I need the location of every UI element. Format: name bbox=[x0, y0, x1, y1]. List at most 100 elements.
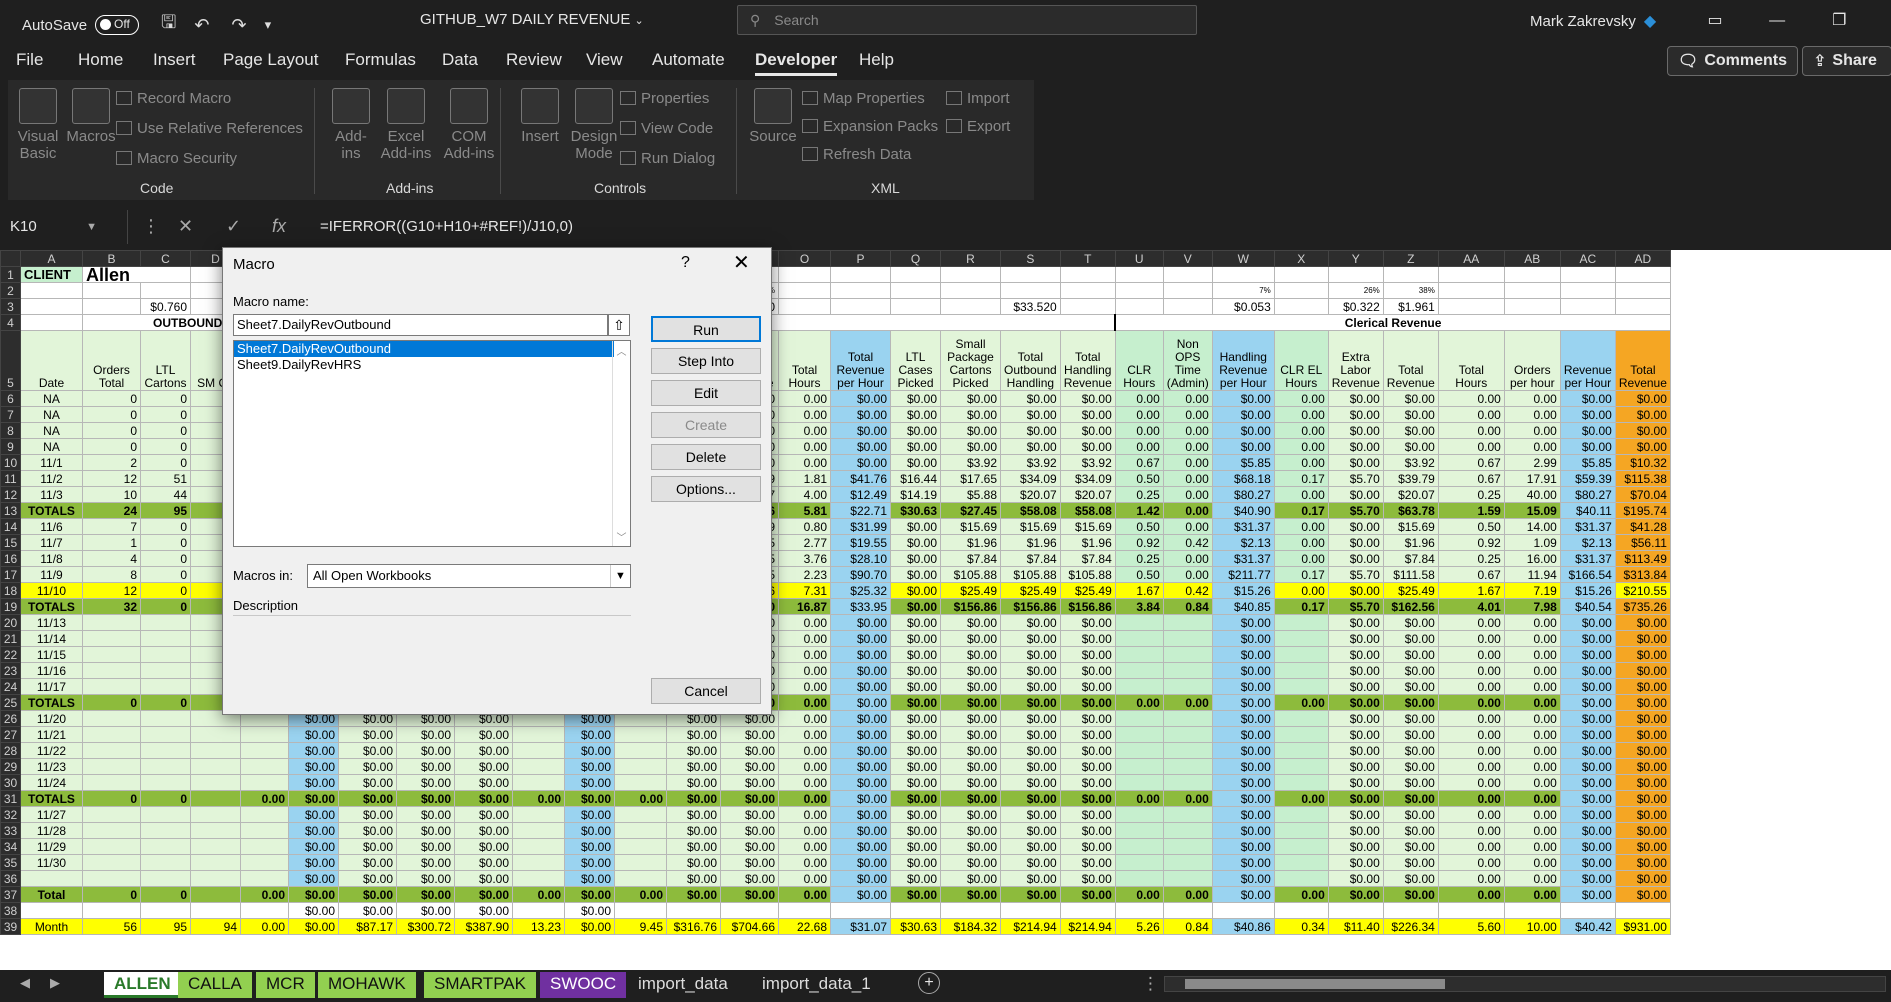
value-cell[interactable]: $56.11 bbox=[1614, 534, 1671, 551]
cell[interactable]: $0.00 bbox=[454, 902, 513, 919]
value-cell[interactable]: $31.37 bbox=[1559, 518, 1616, 535]
value-cell[interactable]: 0.00 bbox=[1503, 758, 1561, 775]
date-cell[interactable] bbox=[20, 902, 83, 919]
sheet-tab-calla[interactable]: CALLA bbox=[178, 972, 252, 998]
ltl-cartons-cell[interactable]: 95 bbox=[140, 502, 191, 519]
value-cell[interactable]: $0.00 bbox=[1559, 406, 1616, 423]
cell[interactable] bbox=[1437, 266, 1505, 283]
cell[interactable]: $0.00 bbox=[338, 902, 397, 919]
value-cell[interactable]: $0.00 bbox=[1559, 694, 1616, 711]
value-cell[interactable]: $0.00 bbox=[830, 886, 891, 903]
value-cell[interactable]: 0.00 bbox=[1114, 390, 1164, 407]
cell[interactable]: $0.00 bbox=[288, 822, 339, 839]
value-cell[interactable]: $16.44 bbox=[890, 470, 941, 487]
cell[interactable]: $0.00 bbox=[396, 806, 455, 823]
value-cell[interactable]: 0.00 bbox=[1437, 422, 1505, 439]
value-cell[interactable]: 0.00 bbox=[1437, 774, 1505, 791]
value-cell[interactable]: 0.00 bbox=[1162, 454, 1213, 471]
cell[interactable] bbox=[940, 298, 1001, 315]
value-cell[interactable]: $210.55 bbox=[1614, 582, 1671, 599]
cell[interactable] bbox=[240, 822, 289, 839]
cell[interactable] bbox=[190, 726, 241, 743]
value-cell[interactable]: $0.00 bbox=[1059, 438, 1116, 455]
value-cell[interactable]: 0.00 bbox=[1162, 406, 1213, 423]
value-cell[interactable]: $41.76 bbox=[830, 470, 891, 487]
value-cell[interactable]: $0.00 bbox=[1211, 630, 1275, 647]
value-cell[interactable]: $10.32 bbox=[1614, 454, 1671, 471]
value-cell[interactable]: $0.00 bbox=[666, 774, 721, 791]
cell[interactable] bbox=[20, 314, 83, 331]
value-cell[interactable]: 0.00 bbox=[1273, 406, 1329, 423]
orders-total-cell[interactable] bbox=[82, 854, 141, 871]
cell[interactable]: $0.00 bbox=[396, 870, 455, 887]
value-cell[interactable]: $0.00 bbox=[890, 534, 941, 551]
value-cell[interactable]: $17.65 bbox=[940, 470, 1001, 487]
run-dialog-button[interactable]: Run Dialog bbox=[620, 150, 715, 167]
cell[interactable] bbox=[512, 838, 565, 855]
value-cell[interactable]: $0.00 bbox=[940, 742, 1001, 759]
value-cell[interactable]: $0.00 bbox=[890, 454, 941, 471]
column-title[interactable]: Non OPS Time (Admin) bbox=[1162, 330, 1213, 391]
value-cell[interactable]: 7.31 bbox=[778, 582, 831, 599]
value-cell[interactable]: $0.00 bbox=[1000, 870, 1061, 887]
sheet-tab-import-data[interactable]: import_data bbox=[628, 972, 738, 998]
value-cell[interactable] bbox=[1114, 758, 1164, 775]
value-cell[interactable]: $0.00 bbox=[830, 854, 891, 871]
value-cell[interactable]: $0.00 bbox=[1559, 758, 1616, 775]
value-cell[interactable]: $0.00 bbox=[1559, 662, 1616, 679]
column-title[interactable]: LTL Cartons bbox=[140, 330, 191, 391]
horizontal-scrollbar[interactable] bbox=[1164, 976, 1886, 992]
value-cell[interactable]: $0.00 bbox=[940, 726, 1001, 743]
value-cell[interactable]: $19.55 bbox=[830, 534, 891, 551]
cell[interactable]: 38% bbox=[1382, 282, 1439, 299]
value-cell[interactable]: 0.00 bbox=[778, 838, 831, 855]
value-cell[interactable]: 0.00 bbox=[1437, 806, 1505, 823]
value-cell[interactable] bbox=[1114, 678, 1164, 695]
value-cell[interactable]: $5.70 bbox=[1327, 470, 1384, 487]
value-cell[interactable] bbox=[1273, 838, 1329, 855]
value-cell[interactable]: $0.00 bbox=[940, 886, 1001, 903]
value-cell[interactable]: 4.01 bbox=[1437, 598, 1505, 615]
value-cell[interactable]: $30.63 bbox=[890, 502, 941, 519]
value-cell[interactable] bbox=[1273, 758, 1329, 775]
value-cell[interactable]: $0.00 bbox=[720, 886, 779, 903]
ltl-cartons-cell[interactable] bbox=[140, 806, 191, 823]
ltl-cartons-cell[interactable]: 0 bbox=[140, 886, 191, 903]
cell[interactable]: $0.00 bbox=[396, 822, 455, 839]
value-cell[interactable]: $0.00 bbox=[1614, 742, 1671, 759]
value-cell[interactable]: $0.00 bbox=[1059, 630, 1116, 647]
column-header[interactable]: U bbox=[1114, 250, 1164, 267]
value-cell[interactable] bbox=[1273, 774, 1329, 791]
cell[interactable]: $1.961 bbox=[1382, 298, 1439, 315]
value-cell[interactable]: $313.84 bbox=[1614, 566, 1671, 583]
value-cell[interactable]: $15.26 bbox=[1211, 582, 1275, 599]
addins-button[interactable]: Add-ins bbox=[328, 88, 374, 162]
value-cell[interactable]: $63.78 bbox=[1382, 502, 1439, 519]
value-cell[interactable] bbox=[1162, 902, 1213, 919]
value-cell[interactable]: $0.00 bbox=[1059, 774, 1116, 791]
value-cell[interactable]: $226.34 bbox=[1382, 918, 1439, 935]
value-cell[interactable]: $0.00 bbox=[1327, 630, 1384, 647]
value-cell[interactable]: $214.94 bbox=[1000, 918, 1061, 935]
value-cell[interactable] bbox=[1211, 902, 1275, 919]
cell[interactable]: $0.00 bbox=[396, 790, 455, 807]
date-cell[interactable]: 11/13 bbox=[20, 614, 83, 631]
ltl-cartons-cell[interactable]: 0 bbox=[140, 518, 191, 535]
cell[interactable] bbox=[240, 854, 289, 871]
value-cell[interactable]: 4.00 bbox=[778, 486, 831, 503]
value-cell[interactable]: $0.00 bbox=[1211, 614, 1275, 631]
cell[interactable]: $0.00 bbox=[564, 902, 615, 919]
date-cell[interactable]: 11/23 bbox=[20, 758, 83, 775]
value-cell[interactable]: $0.00 bbox=[1000, 710, 1061, 727]
value-cell[interactable]: 0.00 bbox=[1503, 806, 1561, 823]
cell[interactable]: $0.00 bbox=[454, 790, 513, 807]
value-cell[interactable]: 0.00 bbox=[1437, 822, 1505, 839]
cell[interactable] bbox=[512, 870, 565, 887]
undo-icon[interactable]: ↶ bbox=[194, 15, 209, 36]
value-cell[interactable]: $0.00 bbox=[1614, 806, 1671, 823]
row-header[interactable]: 23 bbox=[0, 662, 21, 679]
column-title[interactable]: Total Hours bbox=[1437, 330, 1505, 391]
row-header[interactable]: 24 bbox=[0, 678, 21, 695]
search-box[interactable]: ⚲ Search bbox=[737, 5, 1197, 35]
ltl-cartons-cell[interactable]: 0 bbox=[140, 390, 191, 407]
